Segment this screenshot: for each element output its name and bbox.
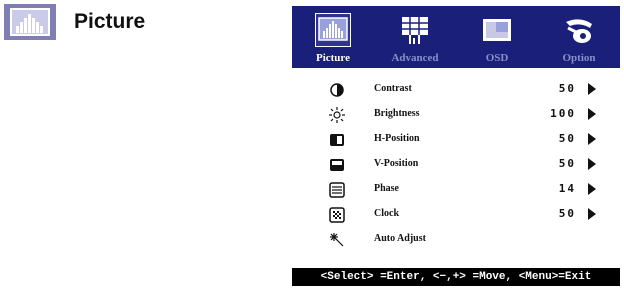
picture-icon <box>315 13 351 47</box>
item-value: 50 <box>558 132 576 145</box>
picture-icon <box>4 4 56 40</box>
right-arrow-icon[interactable] <box>588 183 596 195</box>
right-arrow-icon[interactable] <box>588 83 596 95</box>
right-arrow-icon[interactable] <box>588 158 596 170</box>
item-label: Phase <box>374 183 399 194</box>
item-label: Brightness <box>374 108 420 119</box>
right-arrow-icon[interactable] <box>588 108 596 120</box>
item-label: Clock <box>374 208 399 219</box>
tab-label: Picture <box>315 52 350 64</box>
osd-tab-bar: Picture Advanced OSD Option <box>292 6 620 68</box>
key-help-bar: <Select> =Enter, <−,+> =Move, <Menu>=Exi… <box>292 268 620 286</box>
item-label: Auto Adjust <box>374 233 426 244</box>
right-arrow-icon[interactable] <box>588 133 596 145</box>
auto-adjust-icon <box>328 231 346 249</box>
tab-option[interactable]: Option <box>538 6 620 68</box>
phase-icon <box>328 181 346 199</box>
tab-label: Option <box>562 52 596 64</box>
right-arrow-icon[interactable] <box>588 208 596 220</box>
item-value: 50 <box>558 82 576 95</box>
brightness-icon <box>328 106 346 124</box>
menu-item-contrast[interactable]: Contrast 50 <box>292 78 620 102</box>
item-value: 14 <box>558 182 576 195</box>
menu-item-v-position[interactable]: V-Position 50 <box>292 153 620 177</box>
contrast-icon <box>328 81 346 99</box>
clock-icon <box>328 206 346 224</box>
tab-osd[interactable]: OSD <box>456 6 538 68</box>
menu-item-h-position[interactable]: H-Position 50 <box>292 128 620 152</box>
menu-item-phase[interactable]: Phase 14 <box>292 178 620 202</box>
menu-item-auto-adjust[interactable]: Auto Adjust <box>292 228 620 252</box>
tab-label: Advanced <box>391 52 439 64</box>
item-label: V-Position <box>374 158 419 169</box>
tab-label: OSD <box>485 52 509 64</box>
item-label: H-Position <box>374 133 420 144</box>
tab-picture[interactable]: Picture <box>292 6 374 68</box>
item-value: 50 <box>558 157 576 170</box>
menu-item-clock[interactable]: Clock 50 <box>292 203 620 227</box>
item-value: 100 <box>550 107 576 120</box>
page-header: Picture <box>4 4 145 40</box>
h-position-icon <box>328 131 346 149</box>
item-value: 50 <box>558 207 576 220</box>
menu-item-brightness[interactable]: Brightness 100 <box>292 103 620 127</box>
osd-menu: Picture Advanced OSD Option Contrast 50 … <box>292 6 620 286</box>
v-position-icon <box>328 156 346 174</box>
tab-advanced[interactable]: Advanced <box>374 6 456 68</box>
advanced-grid-icon <box>398 14 432 46</box>
osd-window-icon <box>480 14 514 46</box>
page-title: Picture <box>74 10 146 33</box>
item-label: Contrast <box>374 83 412 94</box>
hand-option-icon <box>562 14 596 46</box>
